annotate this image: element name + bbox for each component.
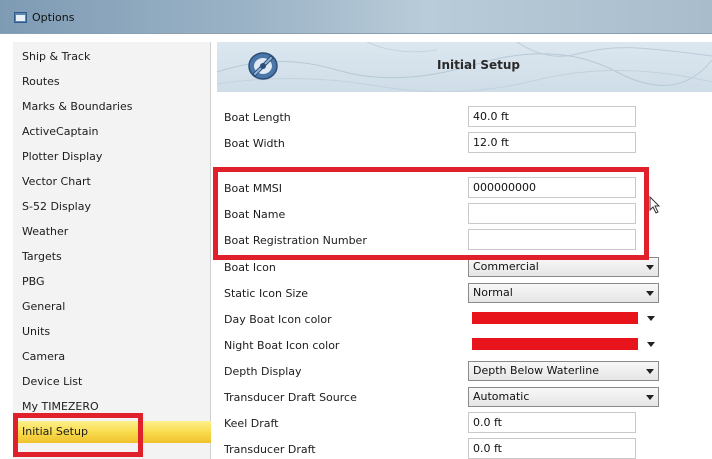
chevron-down-icon: [647, 316, 655, 321]
color-swatch: [472, 312, 638, 324]
sidebar-item-weather[interactable]: Weather: [13, 221, 211, 243]
boat-width-field[interactable]: [468, 132, 636, 153]
day-boat-icon-color-picker[interactable]: [468, 308, 659, 328]
page-title: Initial Setup: [437, 58, 521, 72]
sidebar: Ship & Track Routes Marks & Boundaries A…: [13, 42, 211, 459]
chevron-down-icon: [646, 265, 654, 270]
boat-length-label: Boat Length: [224, 111, 291, 124]
night-boat-icon-color-picker[interactable]: [468, 334, 659, 354]
boat-icon-value: Commercial: [473, 260, 539, 273]
chevron-down-icon: [646, 291, 654, 296]
window-title: Options: [32, 11, 75, 24]
sidebar-item-vector-chart[interactable]: Vector Chart: [13, 171, 211, 193]
transducer-draft-field[interactable]: [468, 438, 636, 459]
transducer-draft-source-select[interactable]: Automatic: [468, 387, 659, 407]
chevron-down-icon: [647, 342, 655, 347]
depth-display-value: Depth Below Waterline: [473, 364, 599, 377]
sidebar-item-plotter-display[interactable]: Plotter Display: [13, 146, 211, 168]
night-boat-icon-color-label: Night Boat Icon color: [224, 339, 340, 352]
static-icon-size-select[interactable]: Normal: [468, 283, 659, 303]
boat-icon-label: Boat Icon: [224, 261, 276, 274]
sidebar-item-activecaptain[interactable]: ActiveCaptain: [13, 121, 211, 143]
day-boat-icon-color-label: Day Boat Icon color: [224, 313, 332, 326]
keel-draft-field[interactable]: [468, 412, 636, 433]
transducer-draft-source-label: Transducer Draft Source: [224, 391, 357, 404]
sidebar-item-routes[interactable]: Routes: [13, 71, 211, 93]
gear-wrench-icon: [248, 52, 278, 80]
static-icon-size-value: Normal: [473, 286, 513, 299]
sidebar-item-targets[interactable]: Targets: [13, 246, 211, 268]
transducer-draft-source-value: Automatic: [473, 390, 530, 403]
boat-length-field[interactable]: [468, 106, 636, 127]
boat-icon-select[interactable]: Commercial: [468, 257, 659, 277]
static-icon-size-label: Static Icon Size: [224, 287, 309, 300]
sidebar-item-s52-display[interactable]: S-52 Display: [13, 196, 211, 218]
color-swatch: [472, 338, 638, 350]
sidebar-item-marks-boundaries[interactable]: Marks & Boundaries: [13, 96, 211, 118]
keel-draft-label: Keel Draft: [224, 417, 279, 430]
window-icon: [14, 12, 27, 23]
depth-display-label: Depth Display: [224, 365, 302, 378]
panel-header: Initial Setup: [217, 42, 712, 92]
sidebar-item-camera[interactable]: Camera: [13, 346, 211, 368]
sidebar-item-units[interactable]: Units: [13, 321, 211, 343]
sidebar-item-pbg[interactable]: PBG: [13, 271, 211, 293]
highlight-box-initial-setup: [13, 413, 143, 457]
sidebar-item-ship-track[interactable]: Ship & Track: [13, 46, 211, 68]
sidebar-item-device-list[interactable]: Device List: [13, 371, 211, 393]
sidebar-item-general[interactable]: General: [13, 296, 211, 318]
mouse-cursor-icon: [649, 196, 661, 214]
boat-width-label: Boat Width: [224, 137, 285, 150]
title-bar: Options: [0, 0, 712, 34]
transducer-draft-label: Transducer Draft: [224, 443, 316, 456]
chevron-down-icon: [646, 369, 654, 374]
highlight-box-boat-identity: [213, 167, 649, 260]
chevron-down-icon: [646, 395, 654, 400]
depth-display-select[interactable]: Depth Below Waterline: [468, 361, 659, 381]
